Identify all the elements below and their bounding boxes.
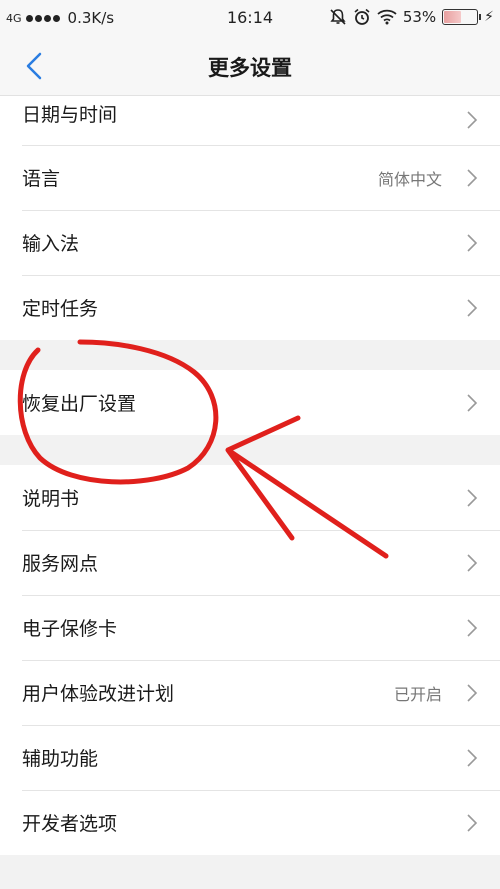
- row-label: 电子保修卡: [22, 618, 118, 640]
- row-scheduled-tasks[interactable]: 定时任务: [0, 275, 500, 340]
- row-value: 已开启: [393, 684, 442, 704]
- settings-group-1: 日期与时间 语言 简体中文 输入法 定时任务: [0, 96, 500, 340]
- chevron-right-icon: [467, 813, 478, 832]
- charging-icon: ⚡: [484, 9, 494, 25]
- battery-percent: 53%: [402, 8, 437, 26]
- row-language[interactable]: 语言 简体中文: [0, 145, 500, 210]
- settings-group-3: 说明书 服务网点 电子保修卡 用户体验改进计划 已开启 辅助功能 开发者选项: [0, 465, 500, 855]
- chevron-right-icon: [467, 748, 478, 767]
- row-label: 定时任务: [22, 298, 99, 320]
- row-label: 说明书: [22, 488, 80, 510]
- row-value: 简体中文: [377, 169, 442, 189]
- settings-group-2: 恢复出厂设置: [0, 370, 500, 435]
- row-label: 服务网点: [22, 553, 99, 575]
- chevron-right-icon: [467, 233, 478, 252]
- row-accessibility[interactable]: 辅助功能: [0, 725, 500, 790]
- row-label: 日期与时间: [22, 104, 118, 126]
- chevron-right-icon: [467, 553, 478, 572]
- chevron-right-icon: [467, 683, 478, 702]
- chevron-right-icon: [467, 618, 478, 637]
- row-date-time[interactable]: 日期与时间: [0, 96, 500, 145]
- wifi-icon: [377, 9, 397, 25]
- row-developer-options[interactable]: 开发者选项: [0, 790, 500, 855]
- row-label: 开发者选项: [22, 813, 118, 835]
- group-gap: [0, 340, 500, 370]
- chevron-right-icon: [467, 298, 478, 317]
- row-manual[interactable]: 说明书: [0, 465, 500, 530]
- chevron-right-icon: [467, 393, 478, 412]
- chevron-right-icon: [467, 168, 478, 187]
- row-factory-reset[interactable]: 恢复出厂设置: [0, 370, 500, 435]
- page-title: 更多设置: [208, 56, 292, 80]
- chevron-right-icon: [467, 488, 478, 507]
- alarm-icon: [354, 8, 370, 25]
- row-label: 输入法: [22, 233, 80, 255]
- row-label: 用户体验改进计划: [22, 683, 175, 705]
- battery-icon: [442, 9, 482, 25]
- row-warranty-card[interactable]: 电子保修卡: [0, 595, 500, 660]
- status-bar: 4G 0.3K/s 16:14 53% ⚡: [0, 0, 500, 36]
- nav-header: 更多设置: [0, 36, 500, 96]
- status-right: 53% ⚡: [329, 8, 494, 26]
- row-input-method[interactable]: 输入法: [0, 210, 500, 275]
- row-label: 恢复出厂设置: [22, 393, 137, 415]
- row-service-outlets[interactable]: 服务网点: [0, 530, 500, 595]
- chevron-right-icon: [467, 111, 478, 129]
- settings-list: 日期与时间 语言 简体中文 输入法 定时任务 恢复出厂设置 说明书 服务网点 电…: [0, 96, 500, 855]
- row-user-experience[interactable]: 用户体验改进计划 已开启: [0, 660, 500, 725]
- row-label: 语言: [22, 168, 61, 190]
- mute-icon: [330, 9, 346, 25]
- group-gap: [0, 435, 500, 465]
- row-label: 辅助功能: [22, 748, 99, 770]
